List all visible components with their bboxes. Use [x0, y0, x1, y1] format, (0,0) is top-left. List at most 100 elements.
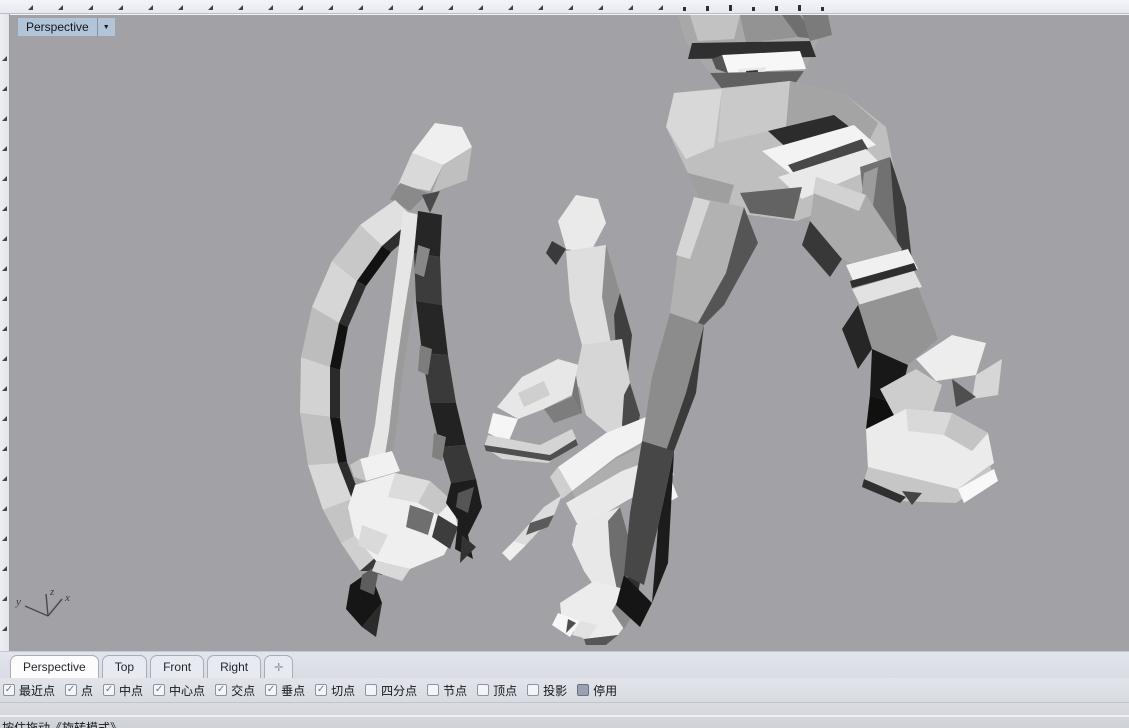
osnap-label: 四分点	[381, 682, 417, 699]
toolbar-flyout-arrow-icon	[2, 476, 7, 481]
toolbar-flyout-arrow-icon	[598, 5, 603, 10]
viewport-tab-bar: PerspectiveTopFrontRight✛	[0, 651, 1129, 678]
osnap-disable-checkbox[interactable]	[577, 684, 589, 696]
osnap-item-1[interactable]: ✓点	[65, 682, 93, 699]
viewport-title: Perspective	[18, 20, 97, 35]
toolbar-flyout-arrow-icon	[298, 5, 303, 10]
toolbar-flyout-arrow-icon	[448, 5, 453, 10]
toolbar-flyout-arrow-icon	[2, 236, 7, 241]
toolbar-flyout-arrow-icon	[508, 5, 513, 10]
osnap-label: 最近点	[19, 682, 55, 699]
osnap-checkbox[interactable]	[527, 684, 539, 696]
toolbar-flyout-arrow-icon	[2, 386, 7, 391]
toolbar-flyout-arrow-icon	[268, 5, 273, 10]
osnap-label: 投影	[543, 682, 567, 699]
osnap-checkbox[interactable]: ✓	[265, 684, 277, 696]
osnap-checkbox[interactable]	[365, 684, 377, 696]
toolbar-flyout-arrow-icon	[2, 446, 7, 451]
viewport-tab-top[interactable]: Top	[102, 655, 147, 678]
add-viewport-tab-button[interactable]: ✛	[264, 655, 293, 678]
osnap-item-3[interactable]: ✓ 中心点	[153, 682, 205, 699]
osnap-label: 顶点	[493, 682, 517, 699]
viewport-tab-perspective[interactable]: Perspective	[10, 655, 99, 678]
model-hair-knot	[390, 123, 472, 213]
toolbar-flyout-arrow-icon	[2, 296, 7, 301]
toolbar-icon-fragment	[821, 7, 824, 11]
toolbar-flyout-arrow-icon	[2, 176, 7, 181]
osnap-disable-label: 停用	[593, 682, 617, 699]
toolbar-flyout-arrow-icon	[28, 5, 33, 10]
osnap-label: 节点	[443, 682, 467, 699]
viewport-perspective[interactable]: z x y Perspective ▼	[10, 14, 1129, 651]
viewport-tab-front[interactable]: Front	[150, 655, 204, 678]
model-torso	[678, 15, 832, 91]
osnap-label: 交点	[231, 682, 255, 699]
axis-label-y: y	[15, 596, 21, 608]
toolbar-flyout-arrow-icon	[328, 5, 333, 10]
toolbar-flyout-arrow-icon	[2, 506, 7, 511]
toolbar-flyout-arrow-icon	[208, 5, 213, 10]
viewport-tab-right[interactable]: Right	[207, 655, 261, 678]
toolbar-icon-fragment	[683, 7, 686, 11]
toolbar-flyout-arrow-icon	[2, 116, 7, 121]
toolbar-icon-fragment	[729, 5, 732, 11]
toolbar-flyout-arrow-icon	[658, 5, 663, 10]
toolbar-flyout-arrow-icon	[568, 5, 573, 10]
toolbar-flyout-arrow-icon	[538, 5, 543, 10]
model-3d-character: z x y	[10, 15, 1129, 652]
toolbar-flyout-arrow-icon	[238, 5, 243, 10]
toolbar-flyout-arrow-icon	[388, 5, 393, 10]
osnap-item-8[interactable]: 节点	[427, 682, 467, 699]
osnap-item-6[interactable]: ✓ 切点	[315, 682, 355, 699]
toolbar-flyout-arrow-icon	[118, 5, 123, 10]
osnap-toolbar: ✓最近点✓点✓中点✓中心点✓交点✓垂点✓切点四分点节点顶点投影停用	[0, 678, 1129, 702]
osnap-checkbox[interactable]	[477, 684, 489, 696]
toolbar-flyout-arrow-icon	[628, 5, 633, 10]
osnap-item-5[interactable]: ✓ 垂点	[265, 682, 305, 699]
toolbar-icon-fragment	[752, 7, 755, 11]
osnap-item-disable[interactable]: 停用	[577, 682, 617, 699]
osnap-label: 中心点	[169, 682, 205, 699]
command-history-text: 按住拖动《旋转模式》	[2, 719, 122, 728]
axis-label-x: x	[64, 592, 70, 604]
osnap-label: 点	[81, 682, 93, 699]
model-shoe	[484, 359, 586, 463]
osnap-item-7[interactable]: 四分点	[365, 682, 417, 699]
toolbar-flyout-arrow-icon	[2, 56, 7, 61]
viewport-title-chip[interactable]: Perspective ▼	[18, 18, 115, 36]
osnap-item-10[interactable]: 投影	[527, 682, 567, 699]
toolbar-icon-fragment	[706, 6, 709, 11]
axis-label-z: z	[49, 586, 55, 598]
toolbar-flyout-arrow-icon	[2, 266, 7, 271]
toolbar-flyout-arrow-icon	[2, 206, 7, 211]
left-toolbar-clipped[interactable]	[0, 14, 10, 651]
chevron-down-icon[interactable]: ▼	[98, 24, 115, 31]
osnap-item-4[interactable]: ✓ 交点	[215, 682, 255, 699]
osnap-checkbox[interactable]	[427, 684, 439, 696]
osnap-label: 切点	[331, 682, 355, 699]
osnap-checkbox[interactable]: ✓	[3, 684, 15, 696]
osnap-checkbox[interactable]: ✓	[153, 684, 165, 696]
toolbar-flyout-arrow-icon	[2, 536, 7, 541]
osnap-item-0[interactable]: ✓ 最近点	[3, 682, 55, 699]
toolbar-icon-fragment	[775, 6, 778, 11]
toolbar-flyout-arrow-icon	[2, 416, 7, 421]
top-toolbar-clipped[interactable]	[0, 0, 1129, 14]
toolbar-flyout-arrow-icon	[2, 86, 7, 91]
osnap-checkbox[interactable]: ✓	[315, 684, 327, 696]
toolbar-flyout-arrow-icon	[2, 146, 7, 151]
osnap-checkbox[interactable]: ✓	[215, 684, 227, 696]
axis-gizmo: z x y	[15, 586, 70, 616]
osnap-item-2[interactable]: ✓中点	[103, 682, 143, 699]
osnap-checkbox[interactable]: ✓	[65, 684, 77, 696]
toolbar-flyout-arrow-icon	[2, 326, 7, 331]
osnap-item-9[interactable]: 顶点	[477, 682, 517, 699]
toolbar-flyout-arrow-icon	[418, 5, 423, 10]
toolbar-flyout-arrow-icon	[2, 626, 7, 631]
osnap-label: 垂点	[281, 682, 305, 699]
osnap-checkbox[interactable]: ✓	[103, 684, 115, 696]
toolbar-flyout-arrow-icon	[58, 5, 63, 10]
rhino-window: { "viewport": { "label": "Perspective", …	[0, 0, 1129, 728]
status-strip-clipped: 按住拖动《旋转模式》	[0, 702, 1129, 728]
toolbar-flyout-arrow-icon	[358, 5, 363, 10]
